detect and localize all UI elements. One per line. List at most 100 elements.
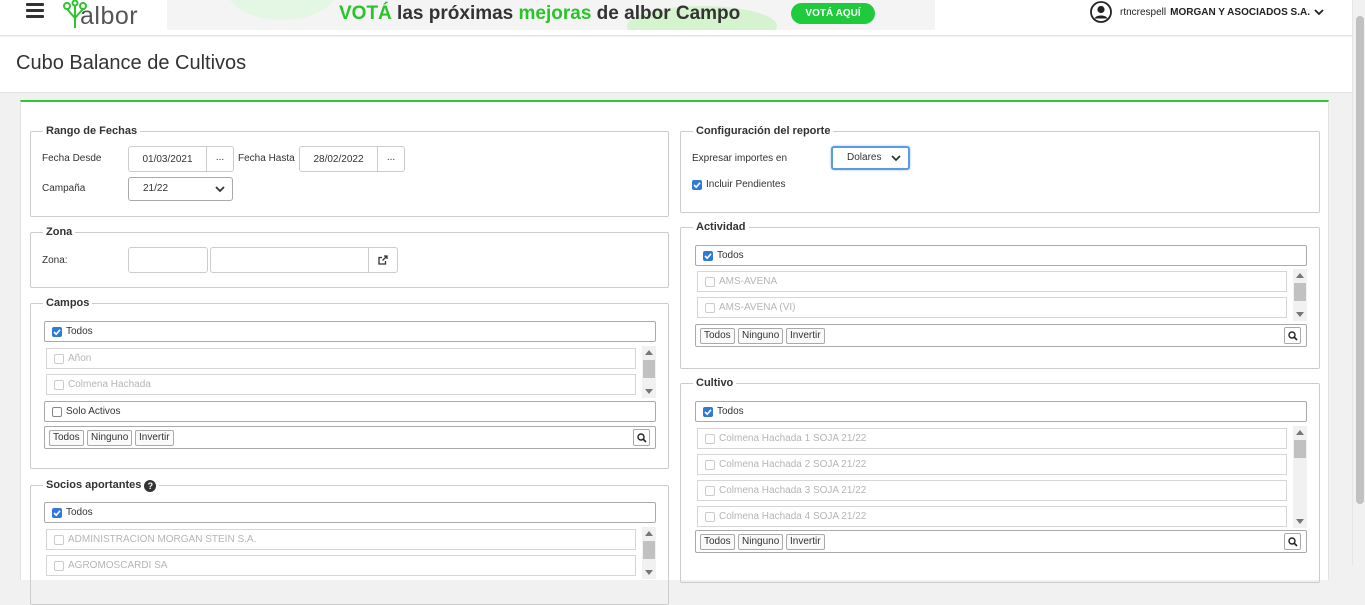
vote-button[interactable]: VOTÁ AQUÍ — [791, 3, 875, 24]
configuracion-legend: Configuración del reporte — [693, 125, 834, 137]
cultivo-search-button[interactable] — [1284, 533, 1301, 550]
user-menu[interactable]: rtncrespell MORGAN Y ASOCIADOS S.A. — [1090, 0, 1324, 24]
checkmark-icon — [53, 509, 61, 516]
cultivo-list-toolbar: Todos Ninguno Invertir — [695, 530, 1307, 553]
fecha-desde-picker-button[interactable]: ... — [206, 146, 234, 172]
cultivo-select-none-button[interactable]: Ninguno — [738, 534, 784, 550]
logo-text: albor — [80, 2, 139, 30]
socios-group: Socios aportantes? Todos ADMINISTRACION … — [30, 479, 669, 605]
campos-select-none-button[interactable]: Ninguno — [87, 430, 133, 446]
zona-legend: Zona — [43, 226, 76, 238]
banner-text: VOTÁ las próximas mejoras de albor Campo — [339, 3, 741, 24]
actividad-list-toolbar: Todos Ninguno Invertir — [695, 324, 1307, 347]
zona-open-button[interactable] — [368, 247, 398, 273]
zona-label: Zona: — [42, 255, 68, 266]
username: rtncrespell — [1120, 6, 1167, 18]
checkmark-icon — [704, 408, 712, 415]
promo-banner[interactable]: VOTÁ las próximas mejoras de albor Campo… — [167, 0, 935, 30]
campos-invert-button[interactable]: Invertir — [135, 430, 174, 446]
page-scrollbar[interactable] — [1352, 0, 1365, 566]
list-item[interactable]: Colmena Hachada 3 SOJA 21/22 — [697, 480, 1287, 501]
list-item[interactable]: ADMINISTRACION MORGAN STEIN S.A. — [46, 529, 636, 550]
search-icon — [636, 432, 647, 443]
checkbox-checked — [52, 326, 62, 337]
campos-list-scrollbar[interactable] — [642, 346, 656, 398]
page-title: Cubo Balance de Cultivos — [16, 52, 247, 74]
rango-fechas-group: Rango de Fechas Fecha Desde ... Fecha Ha… — [30, 125, 669, 217]
checkmark-icon — [693, 181, 701, 188]
list-item[interactable]: Colmena Hachada — [46, 374, 636, 395]
incluir-pendientes-label: Incluir Pendientes — [706, 179, 786, 190]
company-name: MORGAN Y ASOCIADOS S.A. — [1170, 6, 1310, 18]
cultivo-todos-checkbox[interactable]: Todos — [695, 401, 1307, 422]
list-item[interactable]: Colmena Hachada 1 SOJA 21/22 — [697, 428, 1287, 449]
albor-logo[interactable]: albor — [62, 0, 162, 34]
actividad-invert-button[interactable]: Invertir — [786, 328, 825, 344]
list-item[interactable]: Colmena Hachada 2 SOJA 21/22 — [697, 454, 1287, 475]
help-icon[interactable]: ? — [144, 480, 157, 492]
rango-fechas-legend: Rango de Fechas — [43, 125, 141, 137]
checkbox-checked — [703, 406, 713, 417]
actividad-list-scrollbar[interactable] — [1293, 269, 1307, 321]
checkmark-icon — [53, 328, 61, 335]
list-item[interactable]: Añon — [46, 348, 636, 369]
list-item-label: ADMINISTRACION MORGAN STEIN S.A. — [68, 534, 257, 545]
list-item[interactable]: Colmena Hachada 4 SOJA 21/22 — [697, 506, 1287, 527]
zona-group: Zona Zona: — [30, 226, 669, 288]
campos-todos-checkbox[interactable]: Todos — [44, 321, 656, 342]
campos-list-toolbar: Todos Ninguno Invertir — [44, 426, 656, 449]
cultivo-list-scrollbar[interactable] — [1293, 426, 1307, 528]
solo-activos-label: Solo Activos — [66, 406, 121, 417]
cultivo-select-all-button[interactable]: Todos — [700, 534, 735, 550]
checkbox-unchecked — [54, 534, 64, 545]
actividad-legend: Actividad — [693, 221, 749, 233]
socios-todos-checkbox[interactable]: Todos — [44, 502, 656, 523]
incluir-pendientes-checkbox[interactable]: Incluir Pendientes — [692, 179, 786, 190]
list-item[interactable]: AMS-AVENA — [697, 271, 1287, 292]
actividad-select-none-button[interactable]: Ninguno — [738, 328, 784, 344]
external-link-icon — [378, 255, 388, 265]
fecha-desde-label: Fecha Desde — [42, 153, 102, 164]
menu-icon[interactable] — [26, 3, 44, 19]
zona-name-input[interactable] — [210, 247, 369, 273]
fecha-hasta-label: Fecha Hasta — [238, 153, 295, 164]
campos-search-button[interactable] — [633, 429, 650, 446]
checkbox-unchecked — [705, 459, 715, 470]
list-item-label: AMS-AVENA — [719, 276, 778, 287]
actividad-group: Actividad Todos AMS-AVENA AMS-AVENA (VI)… — [680, 221, 1320, 369]
campos-select-all-button[interactable]: Todos — [49, 430, 84, 446]
chevron-down-icon — [1314, 8, 1324, 15]
checkbox-checked — [703, 250, 713, 261]
cultivo-group: Cultivo Todos Colmena Hachada 1 SOJA 21/… — [680, 377, 1320, 583]
solo-activos-checkbox[interactable]: Solo Activos — [44, 401, 656, 422]
cultivo-legend: Cultivo — [693, 377, 737, 389]
campos-group: Campos Todos Añon Colmena Hachada Solo A… — [30, 297, 669, 469]
actividad-search-button[interactable] — [1284, 327, 1301, 344]
checkbox-unchecked — [54, 353, 64, 364]
cultivo-invert-button[interactable]: Invertir — [786, 534, 825, 550]
expresar-importes-label: Expresar importes en — [692, 153, 788, 164]
checkbox-unchecked — [705, 276, 715, 287]
moneda-select[interactable]: Dolares — [831, 146, 910, 170]
fecha-hasta-input[interactable] — [299, 146, 378, 172]
checkbox-unchecked — [705, 511, 715, 522]
fecha-hasta-picker-button[interactable]: ... — [377, 146, 405, 172]
checkbox-unchecked — [705, 433, 715, 444]
list-item-label: Colmena Hachada — [68, 379, 151, 390]
list-item-label: AMS-AVENA (VI) — [719, 302, 796, 313]
campana-select[interactable]: 21/22 — [128, 177, 233, 201]
fecha-desde-input[interactable] — [128, 146, 207, 172]
report-form: Rango de Fechas Fecha Desde ... Fecha Ha… — [20, 100, 1329, 605]
list-item-label: Colmena Hachada 3 SOJA 21/22 — [719, 485, 867, 496]
chevron-down-icon — [891, 155, 901, 162]
actividad-todos-label: Todos — [717, 250, 744, 261]
list-item-label: Colmena Hachada 1 SOJA 21/22 — [719, 433, 867, 444]
socios-list-scrollbar[interactable] — [642, 527, 656, 579]
actividad-todos-checkbox[interactable]: Todos — [695, 245, 1307, 266]
campana-label: Campaña — [42, 183, 86, 194]
zona-code-input[interactable] — [128, 247, 208, 273]
actividad-select-all-button[interactable]: Todos — [700, 328, 735, 344]
checkbox-unchecked — [52, 406, 62, 417]
search-icon — [1287, 536, 1298, 547]
list-item[interactable]: AMS-AVENA (VI) — [697, 297, 1287, 318]
